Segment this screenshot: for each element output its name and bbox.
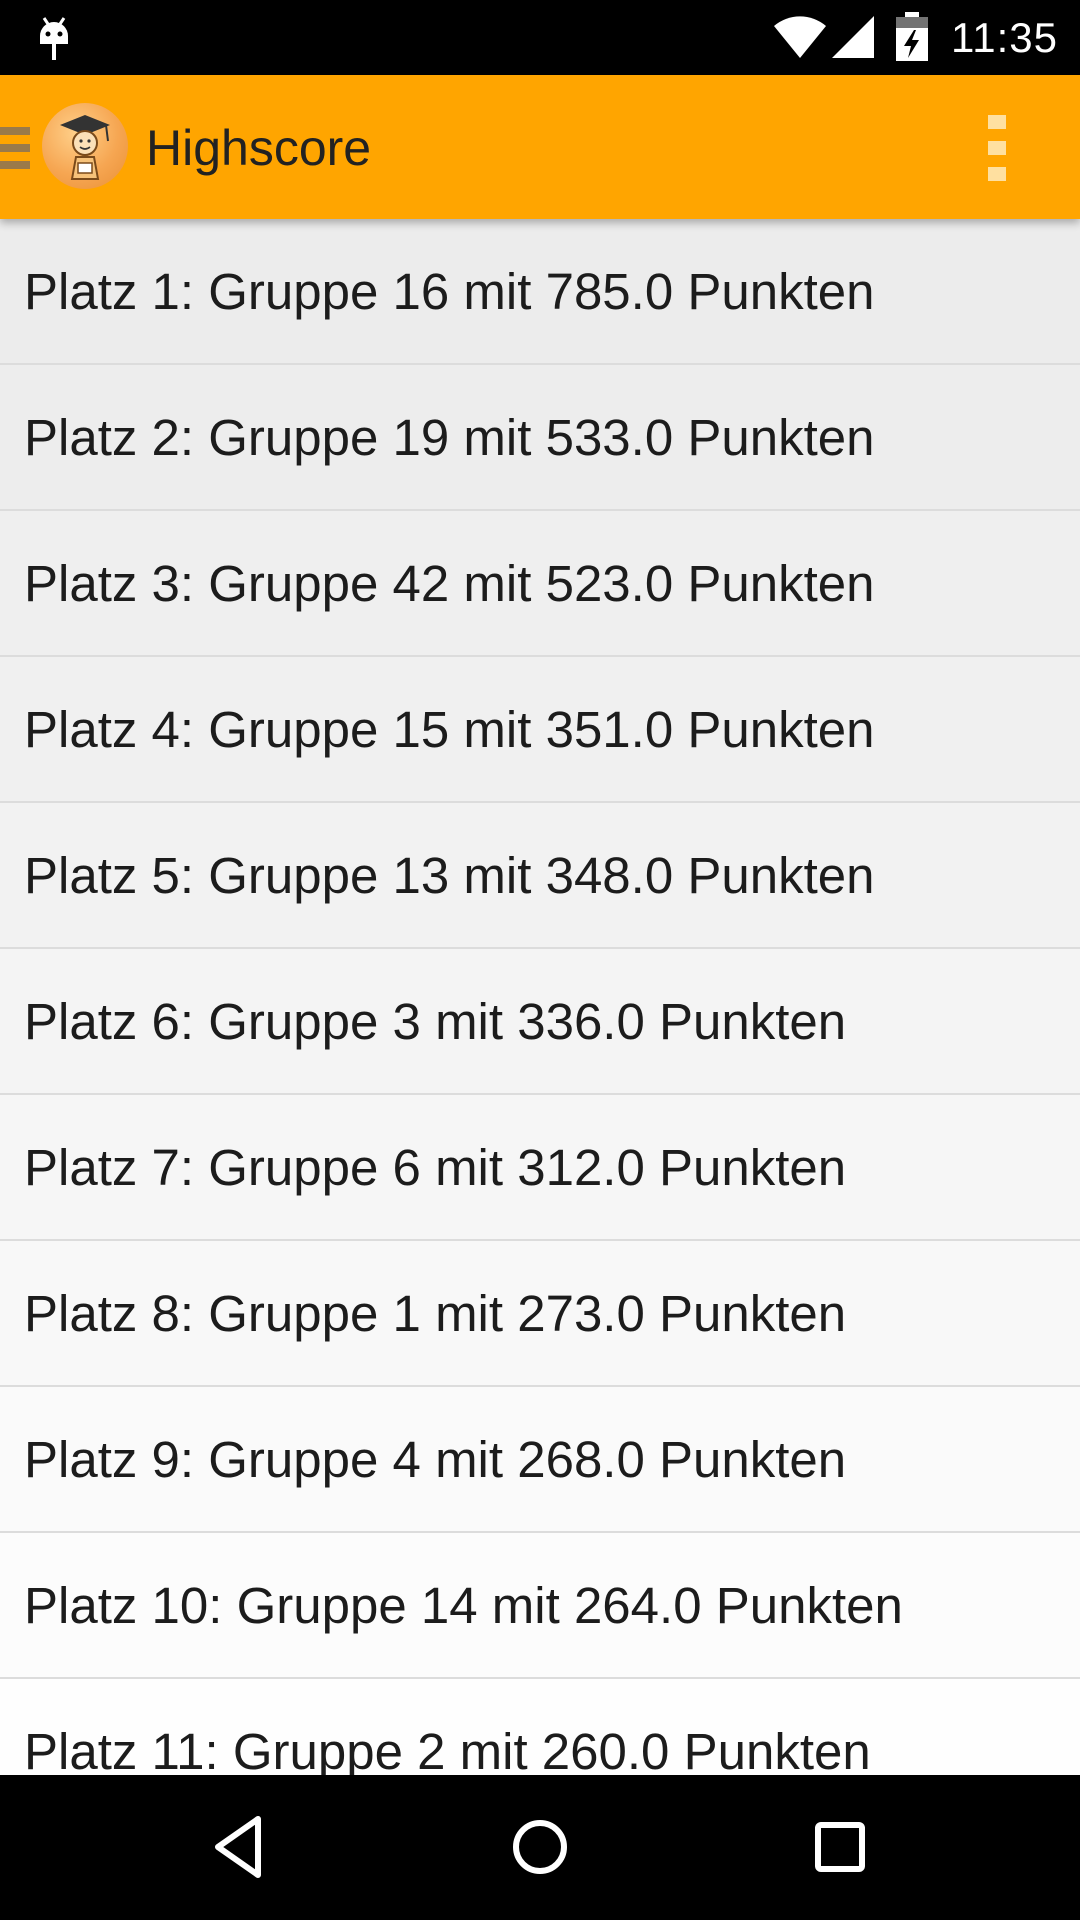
list-item-label: Platz 11: Gruppe 2 mit 260.0 Punkten: [24, 1722, 871, 1776]
list-item[interactable]: Platz 1: Gruppe 16 mit 785.0 Punkten: [0, 219, 1080, 365]
navigation-bar: [0, 1775, 1080, 1920]
list-item[interactable]: Platz 2: Gruppe 19 mit 533.0 Punkten: [0, 365, 1080, 511]
list-item-label: Platz 10: Gruppe 14 mit 264.0 Punkten: [24, 1576, 903, 1634]
list-item-label: Platz 5: Gruppe 13 mit 348.0 Punkten: [24, 846, 875, 904]
list-item[interactable]: Platz 7: Gruppe 6 mit 312.0 Punkten: [0, 1095, 1080, 1241]
list-item-label: Platz 7: Gruppe 6 mit 312.0 Punkten: [24, 1138, 847, 1196]
drawer-menu-icon[interactable]: [0, 127, 30, 169]
list-item[interactable]: Platz 6: Gruppe 3 mit 336.0 Punkten: [0, 949, 1080, 1095]
list-item[interactable]: Platz 10: Gruppe 14 mit 264.0 Punkten: [0, 1533, 1080, 1679]
screen: 11:35 Highscore Platz 1: Gruppe 16 mit 7…: [0, 0, 1080, 1920]
recents-icon[interactable]: [798, 1805, 882, 1889]
android-debug-icon: [40, 17, 68, 60]
home-icon[interactable]: [498, 1805, 582, 1889]
app-logo-icon[interactable]: [42, 103, 128, 189]
list-item-label: Platz 1: Gruppe 16 mit 785.0 Punkten: [24, 262, 875, 320]
list-item[interactable]: Platz 9: Gruppe 4 mit 268.0 Punkten: [0, 1387, 1080, 1533]
list-item-label: Platz 2: Gruppe 19 mit 533.0 Punkten: [24, 408, 875, 466]
action-bar: Highscore: [0, 75, 1080, 219]
highscore-list[interactable]: Platz 1: Gruppe 16 mit 785.0 Punkten Plat…: [0, 219, 1080, 1775]
wifi-icon: [774, 16, 826, 58]
cell-signal-icon: [832, 16, 874, 58]
list-item[interactable]: Platz 5: Gruppe 13 mit 348.0 Punkten: [0, 803, 1080, 949]
list-item-label: Platz 4: Gruppe 15 mit 351.0 Punkten: [24, 700, 875, 758]
list-item-label: Platz 8: Gruppe 1 mit 273.0 Punkten: [24, 1284, 847, 1342]
list-item-label: Platz 6: Gruppe 3 mit 336.0 Punkten: [24, 992, 847, 1050]
list-item-label: Platz 9: Gruppe 4 mit 268.0 Punkten: [24, 1430, 847, 1488]
list-item[interactable]: Platz 11: Gruppe 2 mit 260.0 Punkten: [0, 1679, 1080, 1775]
list-item-label: Platz 3: Gruppe 42 mit 523.0 Punkten: [24, 554, 875, 612]
graduate-mascot-icon: [60, 115, 110, 180]
list-item[interactable]: Platz 3: Gruppe 42 mit 523.0 Punkten: [0, 511, 1080, 657]
battery-charging-icon: [896, 12, 928, 61]
status-bar: 11:35: [0, 0, 1080, 75]
overflow-menu-icon[interactable]: [985, 115, 1009, 181]
page-title: Highscore: [146, 120, 372, 176]
list-item[interactable]: Platz 4: Gruppe 15 mit 351.0 Punkten: [0, 657, 1080, 803]
back-icon[interactable]: [198, 1805, 282, 1889]
status-clock: 11:35: [951, 14, 1058, 61]
list-item[interactable]: Platz 8: Gruppe 1 mit 273.0 Punkten: [0, 1241, 1080, 1387]
